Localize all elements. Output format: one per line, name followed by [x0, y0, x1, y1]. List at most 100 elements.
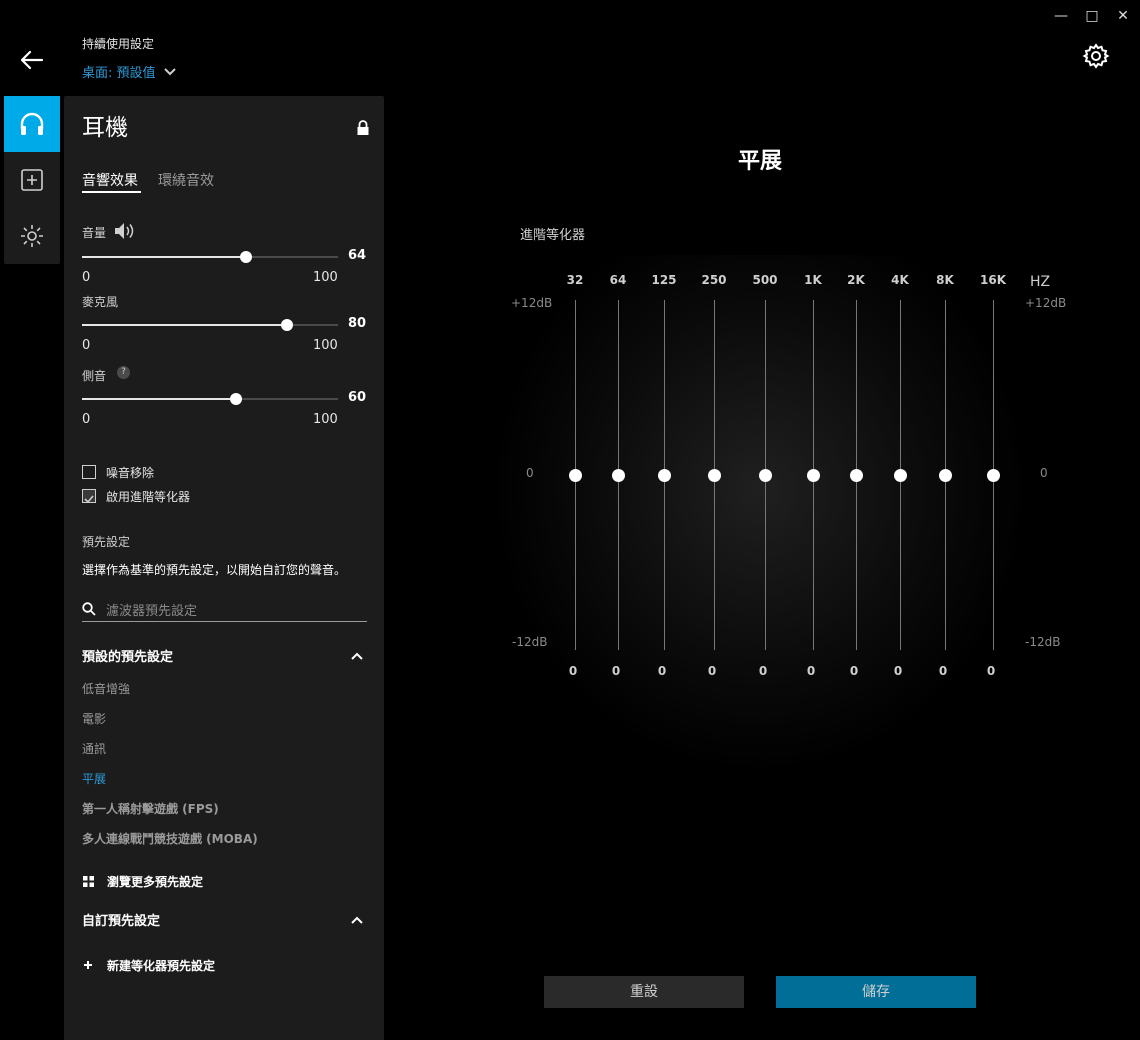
back-arrow-icon[interactable] [18, 46, 46, 74]
add-device-icon [21, 169, 43, 191]
sidetone-slider-knob[interactable] [229, 393, 242, 405]
eq-freq-label: 250 [701, 273, 727, 287]
lock-icon [357, 120, 369, 135]
maximize-button[interactable]: □ [1081, 6, 1103, 26]
advanced-eq-checkbox[interactable] [82, 489, 96, 504]
new-eq-preset-link[interactable]: 新建等化器預先設定 [107, 957, 215, 974]
preset-item-bass-boost[interactable]: 低音增強 [82, 680, 130, 697]
eq-preset-title: 平展 [737, 149, 782, 174]
checkmark-icon [84, 495, 94, 504]
tab-surround[interactable]: 環繞音效 [158, 170, 214, 190]
db-bottom-left-label: -12dB [512, 635, 548, 649]
search-icon [82, 602, 96, 616]
microphone-slider[interactable] [82, 319, 338, 331]
eq-freq-label: 500 [752, 273, 778, 287]
minimize-button[interactable]: — [1050, 6, 1072, 26]
reset-button[interactable]: 重設 [544, 976, 744, 1008]
eq-freq-label: 64 [609, 273, 627, 287]
advanced-eq-label: 啟用進階等化器 [106, 490, 191, 504]
eq-freq-label: 32 [566, 273, 584, 287]
gear-icon[interactable] [1082, 42, 1110, 70]
profile-label: 持續使用設定 [82, 37, 155, 51]
profile-dropdown[interactable]: 桌面: 預設值 [82, 62, 176, 81]
eq-band-value: 0 [758, 664, 768, 678]
presets-description: 選擇作為基準的預先設定，以開始自訂您的聲音。 [82, 563, 347, 577]
eq-band-knob[interactable] [850, 469, 863, 482]
eq-band-knob[interactable] [987, 469, 1000, 482]
noise-removal-label: 噪音移除 [106, 466, 155, 480]
preset-item-flat[interactable]: 平展 [82, 770, 106, 787]
sidetone-slider-fill [82, 398, 236, 400]
default-presets-header[interactable]: 預設的預先設定 [82, 646, 173, 665]
eq-band-value: 0 [806, 664, 816, 678]
plus-icon [84, 961, 92, 969]
volume-slider-knob[interactable] [239, 251, 252, 263]
eq-band-value: 0 [938, 664, 948, 678]
preset-item-movie[interactable]: 電影 [82, 710, 106, 727]
chevron-down-icon [163, 67, 176, 75]
eq-freq-label: 2K [847, 273, 865, 287]
sidetone-value: 60 [348, 390, 367, 405]
microphone-max: 100 [313, 338, 338, 353]
eq-band-knob[interactable] [658, 469, 671, 482]
eq-band-knob[interactable] [759, 469, 772, 482]
save-button[interactable]: 儲存 [776, 976, 976, 1008]
microphone-slider-fill [82, 324, 287, 326]
search-underline [82, 621, 367, 622]
grid-icon [83, 876, 94, 887]
eq-band-value: 0 [611, 664, 621, 678]
db-top-left-label: +12dB [511, 296, 553, 310]
preset-search-input[interactable]: 濾波器預先設定 [106, 600, 197, 619]
rail-item-lighting[interactable] [4, 208, 60, 264]
microphone-slider-knob[interactable] [280, 319, 293, 331]
sidetone-label: 側音 [82, 369, 107, 383]
volume-label: 音量 [82, 226, 107, 240]
eq-band-value: 0 [849, 664, 859, 678]
eq-freq-label: 16K [980, 273, 1006, 287]
eq-band-value: 0 [568, 664, 578, 678]
volume-slider[interactable] [82, 251, 338, 263]
eq-band-knob[interactable] [569, 469, 582, 482]
custom-presets-header[interactable]: 自訂預先設定 [82, 910, 160, 929]
eq-freq-label: 4K [891, 273, 909, 287]
preset-item-fps[interactable]: 第一人稱射擊遊戲 (FPS) [82, 800, 219, 817]
volume-max: 100 [313, 270, 338, 285]
volume-slider-fill [82, 256, 246, 258]
sidetone-slider[interactable] [82, 393, 338, 405]
profile-dropdown-value: 桌面: 預設值 [82, 66, 156, 81]
rail-item-headset[interactable] [4, 96, 60, 152]
tab-underline [82, 191, 141, 193]
chevron-up-icon[interactable] [351, 652, 363, 660]
eq-band-knob[interactable] [807, 469, 820, 482]
eq-band-value: 0 [986, 664, 996, 678]
close-button[interactable]: ✕ [1112, 6, 1134, 26]
help-icon[interactable]: ? [117, 366, 130, 379]
eq-band-knob[interactable] [612, 469, 625, 482]
panel-title: 耳機 [82, 115, 128, 141]
eq-freq-label: 125 [651, 273, 677, 287]
eq-band-value: 0 [657, 664, 667, 678]
eq-band-knob[interactable] [894, 469, 907, 482]
device-rail [4, 96, 60, 264]
chevron-up-icon[interactable] [351, 916, 363, 924]
noise-removal-checkbox[interactable] [82, 465, 96, 479]
eq-band-knob[interactable] [708, 469, 721, 482]
preset-item-moba[interactable]: 多人連線戰鬥競技遊戲 (MOBA) [82, 830, 258, 847]
eq-freq-label: 8K [936, 273, 954, 287]
rail-item-add-device[interactable] [4, 152, 60, 208]
eq-band-knob[interactable] [939, 469, 952, 482]
db-mid-right-label: 0 [1040, 466, 1048, 480]
volume-value: 64 [348, 248, 367, 263]
tab-audio-effects[interactable]: 音響效果 [82, 170, 138, 190]
preset-item-communication[interactable]: 通訊 [82, 740, 106, 757]
headset-icon [20, 112, 44, 135]
sidetone-min: 0 [82, 412, 91, 427]
browse-more-presets-link[interactable]: 瀏覽更多預先設定 [107, 873, 203, 890]
speaker-icon [115, 223, 134, 239]
eq-freq-label: 1K [804, 273, 822, 287]
headset-background-image [490, 255, 1030, 775]
db-mid-left-label: 0 [526, 466, 534, 480]
hz-label: HZ [1030, 274, 1051, 290]
eq-band-value: 0 [893, 664, 903, 678]
presets-heading: 預先設定 [82, 535, 131, 549]
